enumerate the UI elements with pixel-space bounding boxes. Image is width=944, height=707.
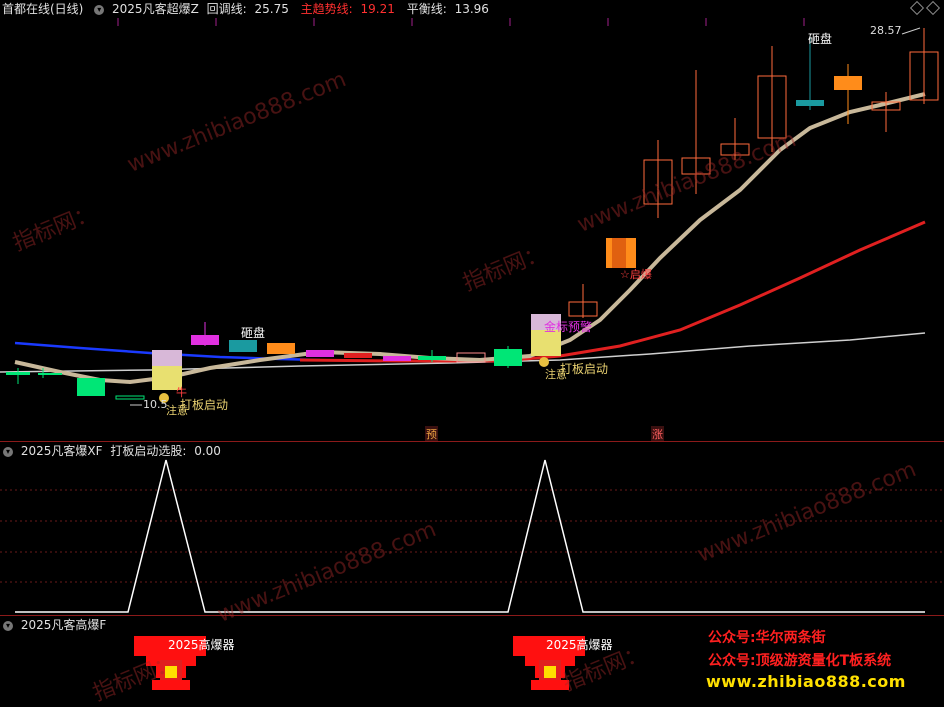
smash-signal-label: 砸盘: [241, 326, 266, 340]
main-chart-panel[interactable]: 首都在线(日线) ▾ 2025凡客超爆Z 回调线: 25.75 主趋势线: 19…: [0, 0, 944, 441]
launch-selection-line: [15, 459, 925, 613]
low-price-label: 10.5: [143, 398, 168, 411]
smash-signal-label-2: 砸盘: [808, 32, 833, 46]
explode-label: ☆启爆: [620, 268, 652, 281]
promo-line-2: 公众号:顶级游资量化T板系统: [708, 653, 892, 669]
golden-warning-label: 金标预警: [544, 320, 593, 334]
rise-marker: 涨: [651, 426, 664, 441]
xf-indicator-panel[interactable]: ▾ 2025凡客爆XF 打板启动选股: 0.00: [0, 442, 944, 615]
high-price-label: 28.57: [870, 24, 902, 37]
promo-line-1: 公众号:华尔两条街: [708, 630, 826, 646]
launch-signal-label: 打板启动: [180, 398, 229, 412]
main-chart-canvas: [0, 18, 939, 406]
high-price-arrow: [901, 27, 921, 35]
top-tick-marks: [117, 18, 805, 26]
xf-chart-canvas: [0, 459, 944, 613]
launch-signal-label-2: 打板启动: [560, 362, 609, 376]
explosion-block-label: 2025高爆器: [168, 638, 235, 652]
promo-line-3: www.zhibiao888.com: [706, 672, 906, 691]
pre-marker: 预: [425, 426, 438, 441]
